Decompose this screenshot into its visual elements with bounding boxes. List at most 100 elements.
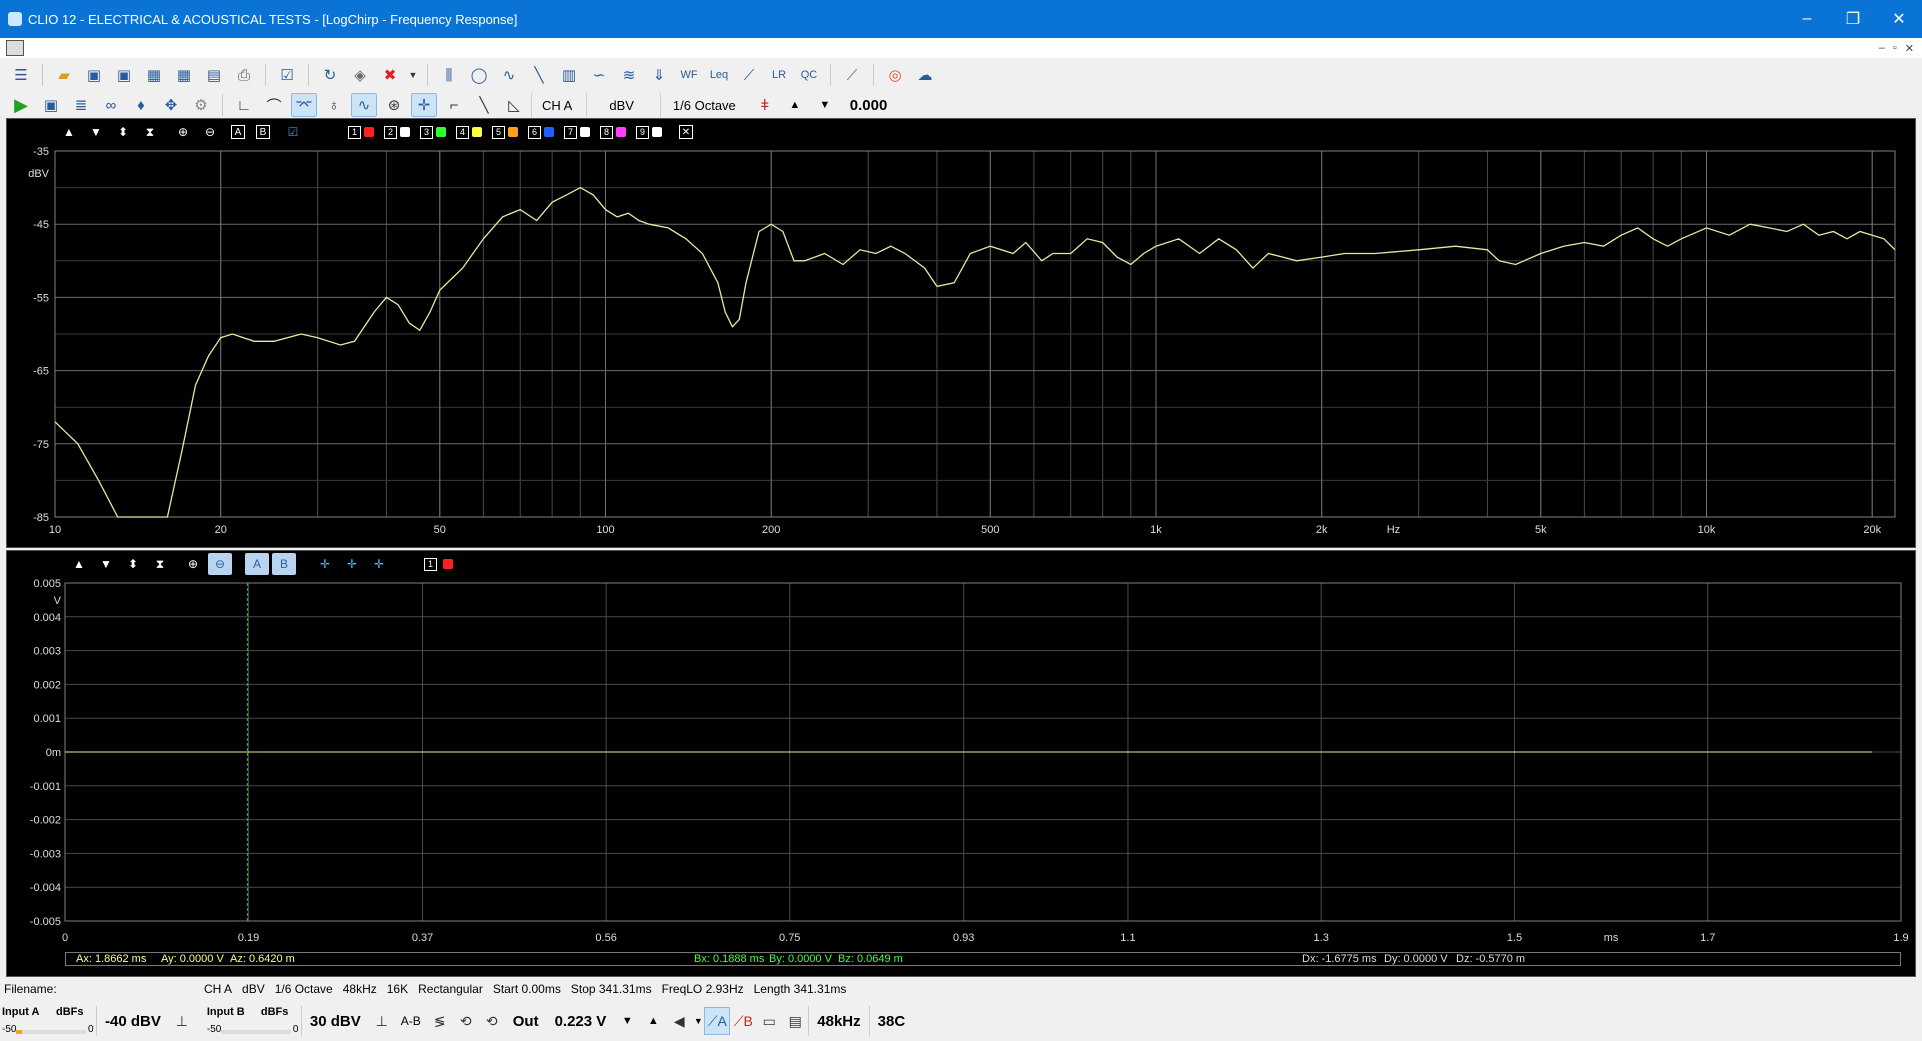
print-icon[interactable]: ⎙ — [231, 63, 257, 87]
diagonal-icon[interactable]: ╲ — [471, 93, 497, 117]
mdi-minimize-button[interactable]: – — [1879, 42, 1885, 55]
measurement-toolbar: ▶ ▣ ≣ ∞ ♦ ✥ ⚙ ∟ ⌒ ⌤ ♁ ∿ ⊛ ✛ ⌐ ╲ ◺ CH A d… — [0, 90, 1922, 120]
input-b-range[interactable]: 30 dBV — [300, 1006, 369, 1036]
microphone-icon[interactable]: ♦ — [128, 93, 154, 117]
y-tick-label: -0.003 — [30, 848, 61, 860]
x-tick-label: 20k — [1863, 524, 1881, 536]
loop-icon[interactable]: ∞ — [98, 93, 124, 117]
close-button[interactable]: ✕ — [1876, 0, 1922, 38]
save-as-icon[interactable]: ▣ — [111, 63, 137, 87]
leq-icon[interactable]: Leq — [706, 63, 732, 87]
smooth-icon[interactable]: ⌤ — [291, 93, 317, 117]
dropdown-arrow-icon[interactable]: ▼ — [407, 63, 419, 87]
cursor-b-y: By: 0.0000 V — [769, 953, 832, 965]
frequency-response-chart[interactable]: 10 20 50 100 200 500 1k 2k 5k 10k 20k -35 -45 -55 -65 -… — [7, 119, 1915, 547]
calendar-icon[interactable]: ▤ — [201, 63, 227, 87]
speaker-dropdown-icon[interactable]: ▼ — [692, 1007, 704, 1035]
minimize-button[interactable]: – — [1784, 0, 1830, 38]
arrow-down-icon[interactable]: ▼ — [812, 93, 838, 117]
offset-value[interactable]: 0.000 — [842, 97, 896, 114]
open-folder-icon[interactable]: ▰ — [51, 63, 77, 87]
printer-settings-icon[interactable]: ▤ — [782, 1007, 808, 1035]
export-image-icon[interactable]: ▦ — [171, 63, 197, 87]
gear-icon[interactable]: ⚙ — [188, 93, 214, 117]
loop-a-icon[interactable]: ⟲ — [453, 1007, 479, 1035]
speaker-icon[interactable]: ◀ — [666, 1007, 692, 1035]
status-info-item: Stop 341.31ms — [570, 982, 652, 996]
check-icon[interactable]: ☑ — [274, 63, 300, 87]
input-b-autorange-icon[interactable]: ⊥ — [369, 1007, 395, 1035]
impulse-response-chart[interactable]: 0.005 0.004 0.003 0.002 0.001 0m -0.001 -0.002 -… — [7, 551, 1915, 951]
play-icon[interactable]: ▶ — [8, 93, 34, 117]
channel-a-icon[interactable]: ⟋A — [704, 1007, 731, 1035]
probe-icon[interactable]: ♁ — [321, 93, 347, 117]
refresh-icon[interactable]: ↻ — [317, 63, 343, 87]
marker-icon[interactable]: ǂ — [752, 93, 778, 117]
channel-select[interactable]: CH A — [531, 93, 582, 117]
x-tick-label: 1.5 — [1507, 932, 1522, 944]
impedance-icon[interactable]: ⇓ — [646, 63, 672, 87]
status-info-item: 1/6 Octave — [274, 982, 333, 996]
cursor-d-y: Dy: 0.0000 V — [1384, 953, 1448, 965]
save-icon[interactable]: ▣ — [81, 63, 107, 87]
mls-icon[interactable]: ⫼ — [436, 63, 462, 87]
lr-icon[interactable]: LR — [766, 63, 792, 87]
output-level[interactable]: 0.223 V — [547, 1006, 615, 1036]
curve-icon[interactable]: ⌒ — [261, 93, 287, 117]
input-a-range[interactable]: -40 dBV — [96, 1006, 169, 1036]
help-lifebuoy-icon[interactable]: ◎ — [882, 63, 908, 87]
export-icon[interactable]: ▦ — [141, 63, 167, 87]
x-axis-unit: Hz — [1387, 524, 1400, 536]
sample-rate[interactable]: 48kHz — [808, 1006, 868, 1036]
hardware-icon[interactable]: ▭ — [756, 1007, 782, 1035]
menu-icon[interactable]: ☰ — [8, 63, 34, 87]
input-a-meter: Input A dBFs -50 0 — [0, 1004, 96, 1038]
input-b-max: 0 — [292, 1024, 299, 1035]
mdi-close-button[interactable]: ✕ — [1905, 42, 1914, 55]
decay-icon[interactable]: ◺ — [501, 93, 527, 117]
phantom-icon[interactable]: ≶ — [427, 1007, 453, 1035]
sinusoid-icon[interactable]: ◯ — [466, 63, 492, 87]
fft-icon[interactable]: ▥ — [556, 63, 582, 87]
cursor-b-z: Bz: 0.0649 m — [838, 953, 903, 965]
loop-b-icon[interactable]: ⟲ — [479, 1007, 505, 1035]
delete-icon[interactable]: ✖ — [377, 63, 403, 87]
wf-icon[interactable]: WF — [676, 63, 702, 87]
sweep-icon[interactable]: ╲ — [526, 63, 552, 87]
arrow-up-icon[interactable]: ▲ — [782, 93, 808, 117]
step-icon[interactable]: ⌐ — [441, 93, 467, 117]
y-tick-label: -0.002 — [30, 815, 61, 827]
y-tick-label: -85 — [33, 512, 49, 524]
settings-list-icon[interactable]: ≣ — [68, 93, 94, 117]
cursor-icon[interactable]: ✛ — [411, 93, 437, 117]
input-a-autorange-icon[interactable]: ⊥ — [169, 1007, 195, 1035]
y-tick-label: 0m — [46, 747, 61, 759]
web-help-icon[interactable]: ☁ — [912, 63, 938, 87]
waterfall-icon[interactable]: ≋ — [616, 63, 642, 87]
axis-icon[interactable]: ∟ — [231, 93, 257, 117]
erase-icon[interactable]: ◈ — [347, 63, 373, 87]
channel-b-icon[interactable]: ⟋B — [730, 1007, 756, 1035]
y-axis-unit: dBV — [28, 168, 49, 180]
phase-icon[interactable]: ∿ — [351, 93, 377, 117]
a-minus-b-button[interactable]: A-B — [395, 1014, 427, 1028]
unit-select[interactable]: dBV — [586, 93, 656, 117]
wave-icon[interactable]: ∽ — [586, 63, 612, 87]
x-tick-label: 5k — [1535, 524, 1547, 536]
save-measurement-icon[interactable]: ▣ — [38, 93, 64, 117]
restore-button[interactable]: ❐ — [1830, 0, 1876, 38]
waveform-icon[interactable]: ∿ — [496, 63, 522, 87]
target-icon[interactable]: ⊛ — [381, 93, 407, 117]
status-info-item: dBV — [242, 982, 265, 996]
output-up-icon[interactable]: ▲ — [640, 1007, 666, 1035]
y-tick-label: -55 — [33, 292, 49, 304]
mdi-restore-button[interactable]: ▫ — [1893, 42, 1897, 55]
ruler-icon[interactable]: ⟋ — [839, 63, 865, 87]
tube-icon[interactable]: ⟋ — [736, 63, 762, 87]
qc-icon[interactable]: QC — [796, 63, 822, 87]
output-dropdown-icon[interactable]: ▼ — [614, 1007, 640, 1035]
cursor-a-z: Az: 0.6420 m — [230, 953, 295, 965]
smoothing-select[interactable]: 1/6 Octave — [659, 93, 748, 117]
document-icon[interactable] — [6, 40, 24, 56]
move-icon[interactable]: ✥ — [158, 93, 184, 117]
